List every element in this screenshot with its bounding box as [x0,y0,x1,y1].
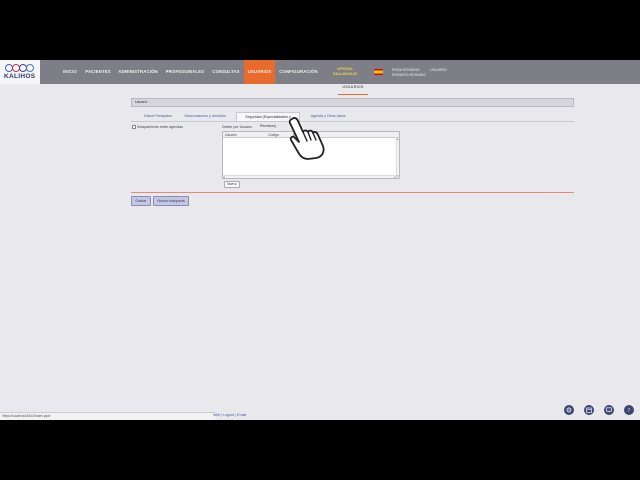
top-navigation: KALIHOS INICIO PACIENTES ADMINISTRACIÓN … [0,60,640,84]
help-icon[interactable]: ? [624,405,634,415]
nav-item-profesionales[interactable]: PROFESIONALES [164,60,206,84]
nav-item-configuracion[interactable]: CONFIGURACIÓN [277,60,320,84]
user-line2: ROSARIO ROSARIO [392,72,427,77]
nav-item-pacientes[interactable]: PACIENTES [83,60,113,84]
scroll-up-icon[interactable]: ▴ [397,138,399,141]
logo-text: KALIHOS [4,73,36,80]
app-viewport: KALIHOS INICIO PACIENTES ADMINISTRACIÓN … [0,60,640,420]
subtitle-underline [338,94,368,95]
footer-links[interactable]: Web | Logout | Email [213,413,246,417]
hand-pointer-icon [284,115,330,161]
new-user-button[interactable]: Nuevo [224,181,240,188]
column-header-codigo[interactable]: Código [268,133,279,137]
settings-icon[interactable] [564,405,574,415]
sede-line2: VALLADOLID [332,72,358,76]
tab-divider [131,121,574,122]
overlap-checkbox[interactable] [132,125,136,129]
overlap-checkbox-label: Solapamiento entre agendas [137,124,183,129]
user-name: ROSA ROSARIO ROSARIO ROSARIO [392,68,426,77]
logo[interactable]: KALIHOS [0,60,40,84]
monitor-icon[interactable] [604,405,614,415]
logo-rings-icon [5,64,35,72]
nav-item-administracion[interactable]: ADMINISTRACIÓN [116,60,160,84]
column-header-usuario[interactable]: Usuario [225,133,237,137]
tab-datos-principales[interactable]: Datos Principales [140,112,176,121]
scroll-right-icon[interactable]: ▸ [394,176,396,179]
nav-item-consultas[interactable]: CONSULTAS [210,60,242,84]
status-bar-url: https://localhost:8443/index.jsp# [0,412,215,420]
scroll-left-icon[interactable]: ◂ [223,176,225,179]
nav-item-inicio[interactable]: INICIO [60,60,80,84]
section-divider [131,192,574,193]
horizontal-scrollbar[interactable]: ◂ ▸ [223,175,396,179]
page-subtitle: USUARIOS [342,85,364,89]
panel-header: Usuario [131,98,574,107]
user-label: USUARIO: [430,68,448,72]
user-list-label: Delete por Usuario [222,124,252,129]
sede-selector[interactable]: OFICINA VALLADOLID [328,67,362,77]
save-button[interactable]: Grabar [131,196,151,206]
tab-observaciones[interactable]: Observaciones y domicilio [182,112,228,121]
scroll-down-icon[interactable]: ▾ [397,175,399,178]
calendar-icon[interactable] [584,405,594,415]
spain-flag-icon[interactable] [374,69,383,75]
svg-text:?: ? [628,408,631,413]
new-search-button[interactable]: Nueva búsqueda [153,196,189,206]
nav-item-usuarios[interactable]: USUARIOS [244,60,275,84]
vertical-scrollbar[interactable]: ▴ ▾ [396,138,399,178]
